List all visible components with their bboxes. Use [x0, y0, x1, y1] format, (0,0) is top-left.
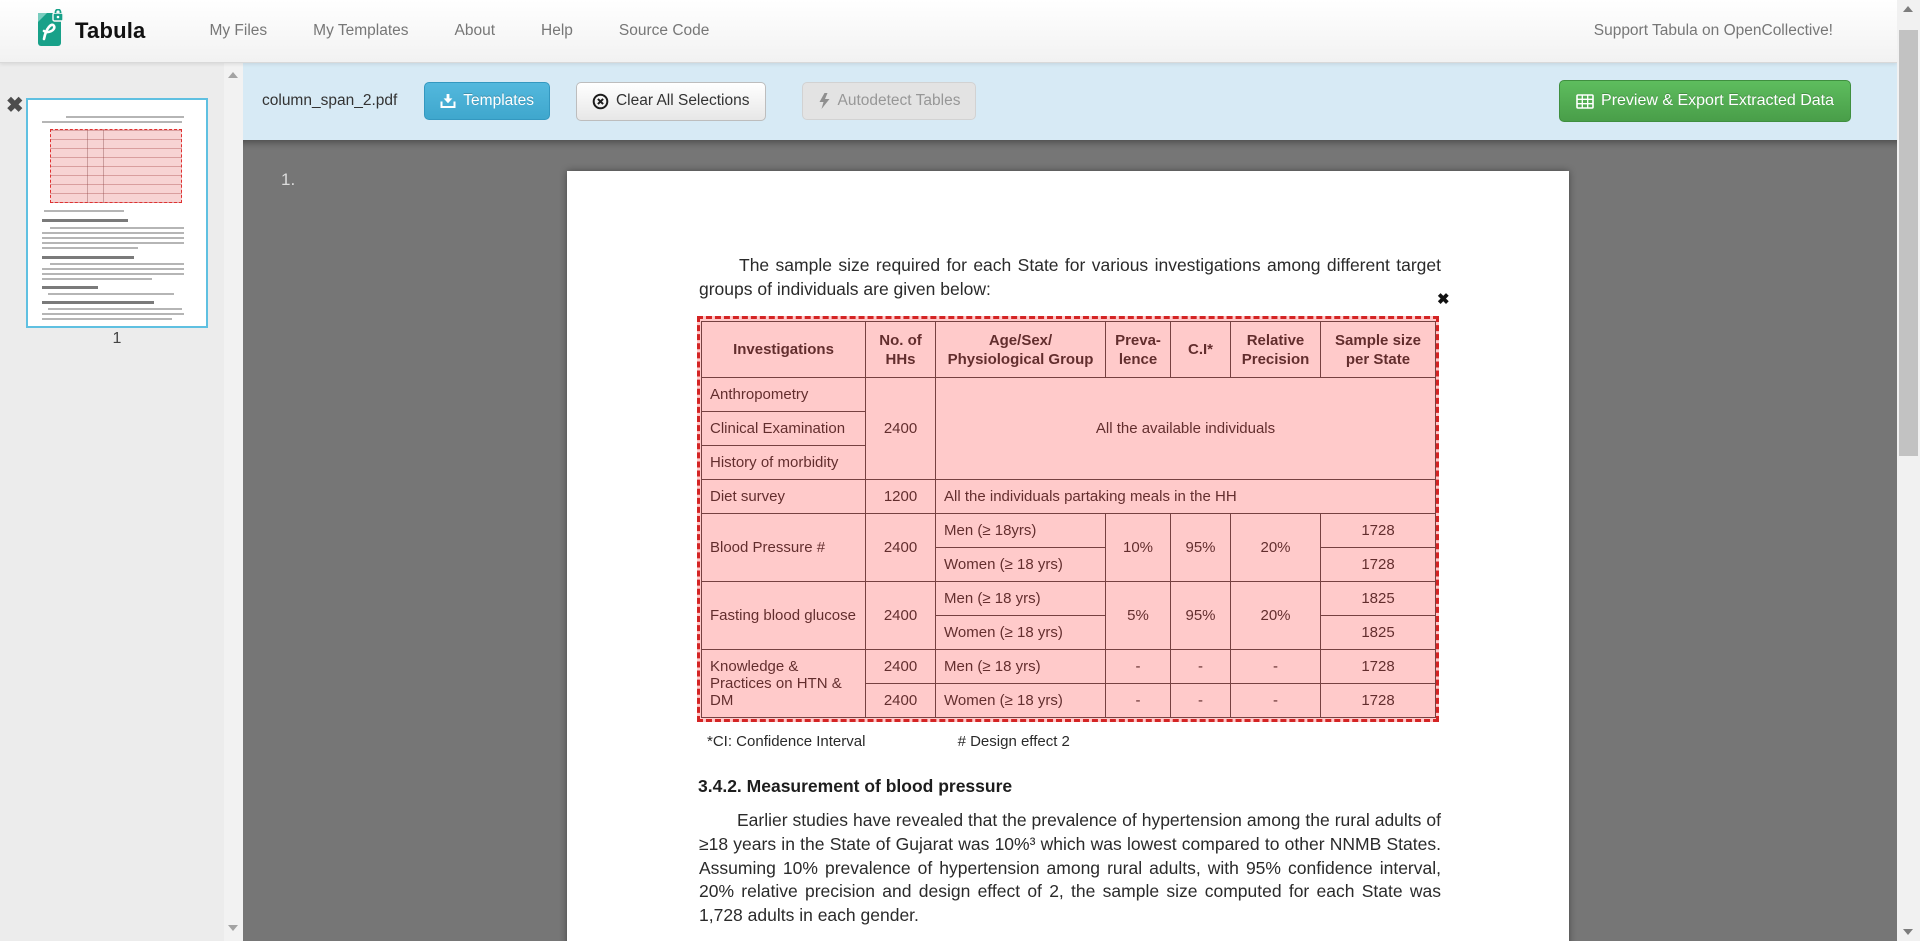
thumb-text-line: [42, 121, 182, 123]
page-thumbnail[interactable]: [26, 98, 208, 328]
preview-export-button[interactable]: Preview & Export Extracted Data: [1559, 80, 1851, 122]
thumb-heading-line: [42, 301, 154, 304]
save-icon: [440, 93, 456, 109]
thumb-text-line: [42, 278, 152, 280]
pdf-workspace: 1. The sample size required for each Sta…: [243, 140, 1897, 941]
section-heading: 3.4.2. Measurement of blood pressure: [698, 776, 1012, 797]
thumb-heading-line: [42, 286, 98, 289]
table-grid-icon: [1576, 94, 1594, 109]
thumb-text-line: [50, 227, 184, 229]
toolbar: column_span_2.pdf Templates Clear All Se…: [243, 62, 1897, 140]
scroll-down-icon[interactable]: [1903, 929, 1913, 935]
sidebar-scrollbar: [224, 62, 243, 941]
thumb-text-line: [42, 242, 184, 244]
support-link[interactable]: Support Tabula on OpenCollective!: [1594, 22, 1833, 40]
document-paragraph: Earlier studies have revealed that the p…: [699, 809, 1441, 928]
export-button-label: Preview & Export Extracted Data: [1601, 93, 1834, 109]
remove-page-icon[interactable]: ✖: [6, 95, 24, 116]
nav-about[interactable]: About: [455, 22, 496, 40]
tabula-logo[interactable]: Tabula: [36, 9, 145, 54]
thumbnail-page-number: 1: [26, 330, 208, 348]
scroll-up-icon[interactable]: [1903, 6, 1913, 12]
footnote-design-effect: # Design effect 2: [958, 733, 1070, 750]
nav-my-templates[interactable]: My Templates: [313, 22, 408, 40]
autodetect-tables-button[interactable]: Autodetect Tables: [802, 82, 977, 120]
table-footnotes: *CI: Confidence Interval # Design effect…: [707, 733, 1070, 750]
thumb-heading-line: [42, 219, 128, 222]
thumb-text-line: [42, 247, 138, 249]
lightning-icon: [818, 93, 831, 109]
workspace-page-number: 1.: [281, 170, 295, 190]
nav-help[interactable]: Help: [541, 22, 573, 40]
clear-button-label: Clear All Selections: [616, 93, 750, 109]
thumbnail-sidebar: ✖ 1: [0, 62, 243, 941]
table-selection-box[interactable]: [697, 316, 1439, 722]
circle-x-icon: [592, 93, 609, 110]
thumb-text-line: [48, 308, 182, 310]
thumb-text-line: [48, 293, 174, 295]
thumb-text-line: [42, 232, 184, 234]
nav-source-code[interactable]: Source Code: [619, 22, 709, 40]
thumb-text-line: [42, 318, 172, 320]
clear-all-selections-button[interactable]: Clear All Selections: [576, 82, 766, 121]
templates-button-label: Templates: [463, 93, 534, 109]
thumb-text-line: [42, 268, 184, 270]
pdf-lock-logo-icon: [36, 9, 66, 54]
scroll-up-icon[interactable]: [228, 72, 238, 78]
pdf-page[interactable]: The sample size required for each State …: [567, 171, 1569, 941]
thumb-text-line: [42, 237, 184, 239]
filename-label: column_span_2.pdf: [262, 92, 397, 110]
brand-name: Tabula: [75, 18, 145, 44]
window-scrollbar: [1897, 0, 1920, 941]
scrollbar-thumb[interactable]: [1899, 30, 1918, 456]
templates-button[interactable]: Templates: [424, 82, 550, 120]
navbar: Tabula My Files My Templates About Help …: [0, 0, 1897, 63]
thumb-text-line: [44, 210, 124, 212]
thumb-text-line: [50, 263, 184, 265]
thumbnail-selection-preview: [50, 129, 182, 203]
thumb-text-line: [42, 313, 184, 315]
selection-close-icon[interactable]: ✖: [1437, 292, 1450, 307]
thumb-text-line: [66, 116, 184, 118]
footnote-ci: *CI: Confidence Interval: [707, 733, 865, 750]
scroll-down-icon[interactable]: [228, 925, 238, 931]
main-nav: My Files My Templates About Help Source …: [209, 22, 709, 40]
document-intro-text: The sample size required for each State …: [699, 253, 1441, 301]
thumb-text-line: [42, 273, 184, 275]
thumb-heading-line: [42, 256, 134, 259]
nav-my-files[interactable]: My Files: [209, 22, 267, 40]
autodetect-button-label: Autodetect Tables: [838, 93, 961, 109]
